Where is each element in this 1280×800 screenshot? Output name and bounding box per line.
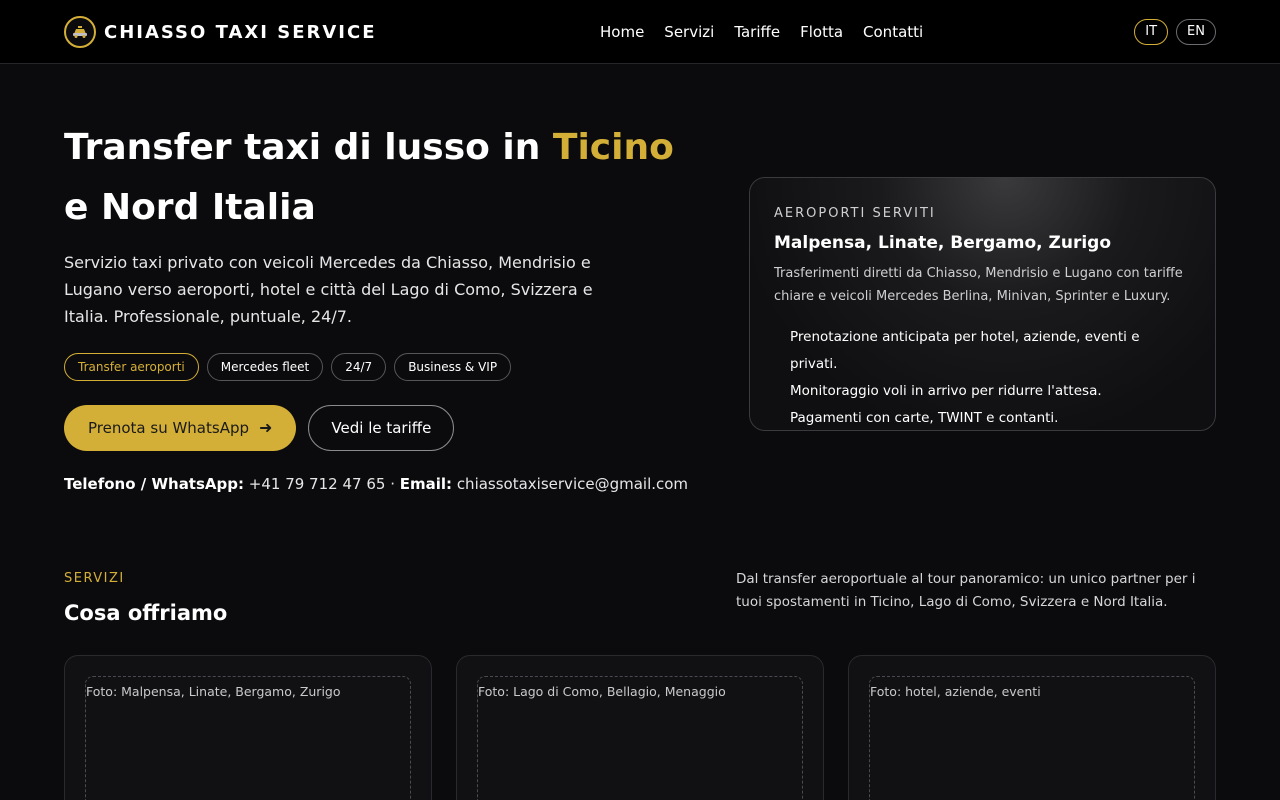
nav-servizi[interactable]: Servizi [664, 23, 714, 41]
arrow-right-icon: ➜ [259, 418, 273, 437]
hero-title-part1: Transfer taxi di lusso in [64, 127, 553, 168]
nav-contatti[interactable]: Contatti [863, 23, 923, 41]
feature-chips: Transfer aeroporti Mercedes fleet 24/7 B… [64, 353, 519, 381]
hero-title-accent: Ticino [552, 127, 674, 168]
contact-line: Telefono / WhatsApp: +41 79 712 47 65 · … [64, 474, 688, 494]
email-label: Email: [399, 475, 453, 493]
airports-feature-list: Prenotazione anticipata per hotel, azien… [774, 324, 1191, 432]
view-rates-button[interactable]: Vedi le tariffe [308, 405, 455, 451]
photo-placeholder-label: Foto: hotel, aziende, eventi [870, 684, 1041, 699]
nav-tariffe[interactable]: Tariffe [734, 23, 780, 41]
language-switcher: IT EN [1126, 19, 1216, 45]
chip-business-vip: Business & VIP [394, 353, 512, 381]
main-nav: Home Servizi Tariffe Flotta Contatti [600, 21, 943, 43]
airports-card: AEROPORTI SERVITI Malpensa, Linate, Berg… [749, 177, 1216, 431]
nav-home[interactable]: Home [600, 23, 644, 41]
lang-it-button[interactable]: IT [1134, 19, 1169, 45]
taxi-logo-icon [64, 16, 96, 48]
airports-title: Malpensa, Linate, Bergamo, Zurigo [774, 233, 1112, 253]
chip-mercedes-fleet: Mercedes fleet [206, 353, 324, 381]
chip-24-7: 24/7 [331, 353, 387, 381]
list-item: Prenotazione anticipata per hotel, azien… [790, 329, 1140, 372]
brand[interactable]: CHIASSO TAXI SERVICE [64, 16, 377, 48]
whatsapp-booking-label: Prenota su WhatsApp [88, 419, 249, 437]
whatsapp-booking-button[interactable]: Prenota su WhatsApp ➜ [64, 405, 297, 451]
airports-eyebrow: AEROPORTI SERVITI [774, 206, 936, 221]
services-eyebrow: SERVIZI [64, 571, 125, 586]
phone-label: Telefono / WhatsApp: [64, 475, 244, 493]
photo-placeholder: Foto: Lago di Como, Bellagio, Menaggio [477, 676, 803, 800]
list-item: Pagamenti con carte, TWINT e contanti. [790, 410, 1059, 426]
contact-separator: · [390, 475, 395, 493]
nav-flotta[interactable]: Flotta [800, 23, 843, 41]
services-description: Dal transfer aeroportuale al tour panora… [736, 571, 1196, 610]
cta-row: Prenota su WhatsApp ➜ Vedi le tariffe [64, 405, 455, 451]
list-item: Monitoraggio voli in arrivo per ridurre … [790, 383, 1102, 399]
photo-placeholder: Foto: Malpensa, Linate, Bergamo, Zurigo [85, 676, 411, 800]
service-card-airports[interactable]: Foto: Malpensa, Linate, Bergamo, Zurigo [64, 655, 432, 800]
brand-name: CHIASSO TAXI SERVICE [104, 21, 377, 43]
services-title: Cosa offriamo [64, 601, 228, 625]
hero-title-part2: e Nord Italia [64, 187, 316, 228]
phone-number[interactable]: +41 79 712 47 65 [249, 475, 386, 493]
service-card-lake-como[interactable]: Foto: Lago di Como, Bellagio, Menaggio [456, 655, 824, 800]
site-header: CHIASSO TAXI SERVICE Home Servizi Tariff… [0, 0, 1280, 64]
service-card-business[interactable]: Foto: hotel, aziende, eventi [848, 655, 1216, 800]
hero-description: Servizio taxi privato con veicoli Merced… [64, 253, 593, 326]
hero-title: Transfer taxi di lusso in Ticino e Nord … [64, 118, 684, 238]
photo-placeholder-label: Foto: Lago di Como, Bellagio, Menaggio [478, 684, 726, 699]
airports-description: Trasferimenti diretti da Chiasso, Mendri… [774, 266, 1183, 304]
email-address[interactable]: chiassotaxiservice@gmail.com [457, 475, 688, 493]
chip-transfer-aeroporti: Transfer aeroporti [64, 353, 199, 381]
photo-placeholder-label: Foto: Malpensa, Linate, Bergamo, Zurigo [86, 684, 341, 699]
photo-placeholder: Foto: hotel, aziende, eventi [869, 676, 1195, 800]
lang-en-button[interactable]: EN [1176, 19, 1216, 45]
